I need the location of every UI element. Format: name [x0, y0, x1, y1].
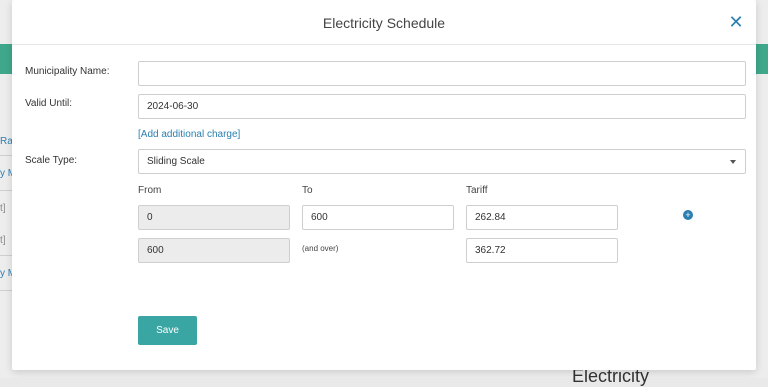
scale-row-1-tariff-input[interactable]: 262.84	[466, 205, 618, 230]
scale-type-label: Scale Type:	[25, 155, 78, 166]
valid-until-label: Valid Until:	[25, 98, 73, 109]
background-text-fragment: t]	[0, 235, 6, 246]
add-additional-charge-link[interactable]: [Add additional charge]	[138, 129, 240, 140]
scale-type-select[interactable]: Sliding Scale	[138, 149, 746, 174]
municipality-label: Municipality Name:	[25, 66, 110, 77]
scale-row-2-tariff-input[interactable]: 362.72	[466, 238, 618, 263]
scale-row-1-from-input: 0	[138, 205, 290, 230]
valid-until-input[interactable]: 2024-06-30	[138, 94, 746, 119]
municipality-name-input[interactable]	[138, 61, 746, 86]
column-header-to: To	[302, 185, 313, 196]
background-link-fragment: Ra	[0, 136, 13, 147]
scale-type-selected-value: Sliding Scale	[147, 156, 205, 167]
background-divider	[0, 290, 12, 291]
column-header-from: From	[138, 185, 162, 196]
background-divider	[0, 190, 12, 191]
scale-row-1-to-input[interactable]: 600	[302, 205, 454, 230]
close-icon[interactable]: ✕	[726, 12, 746, 32]
scale-row-2-from-input: 600	[138, 238, 290, 263]
background-divider	[0, 155, 12, 156]
modal-title: Electricity Schedule	[322, 15, 446, 31]
electricity-schedule-modal: Electricity Schedule ✕ Municipality Name…	[12, 0, 756, 370]
scale-row-2-to-note: (and over)	[302, 244, 339, 253]
chevron-down-icon	[730, 160, 736, 164]
add-row-icon[interactable]: +	[683, 210, 693, 220]
column-header-tariff: Tariff	[466, 185, 488, 196]
background-text-fragment: t]	[0, 203, 6, 214]
modal-header: Electricity Schedule ✕	[12, 0, 756, 45]
background-divider	[0, 255, 12, 256]
save-button[interactable]: Save	[138, 316, 197, 345]
